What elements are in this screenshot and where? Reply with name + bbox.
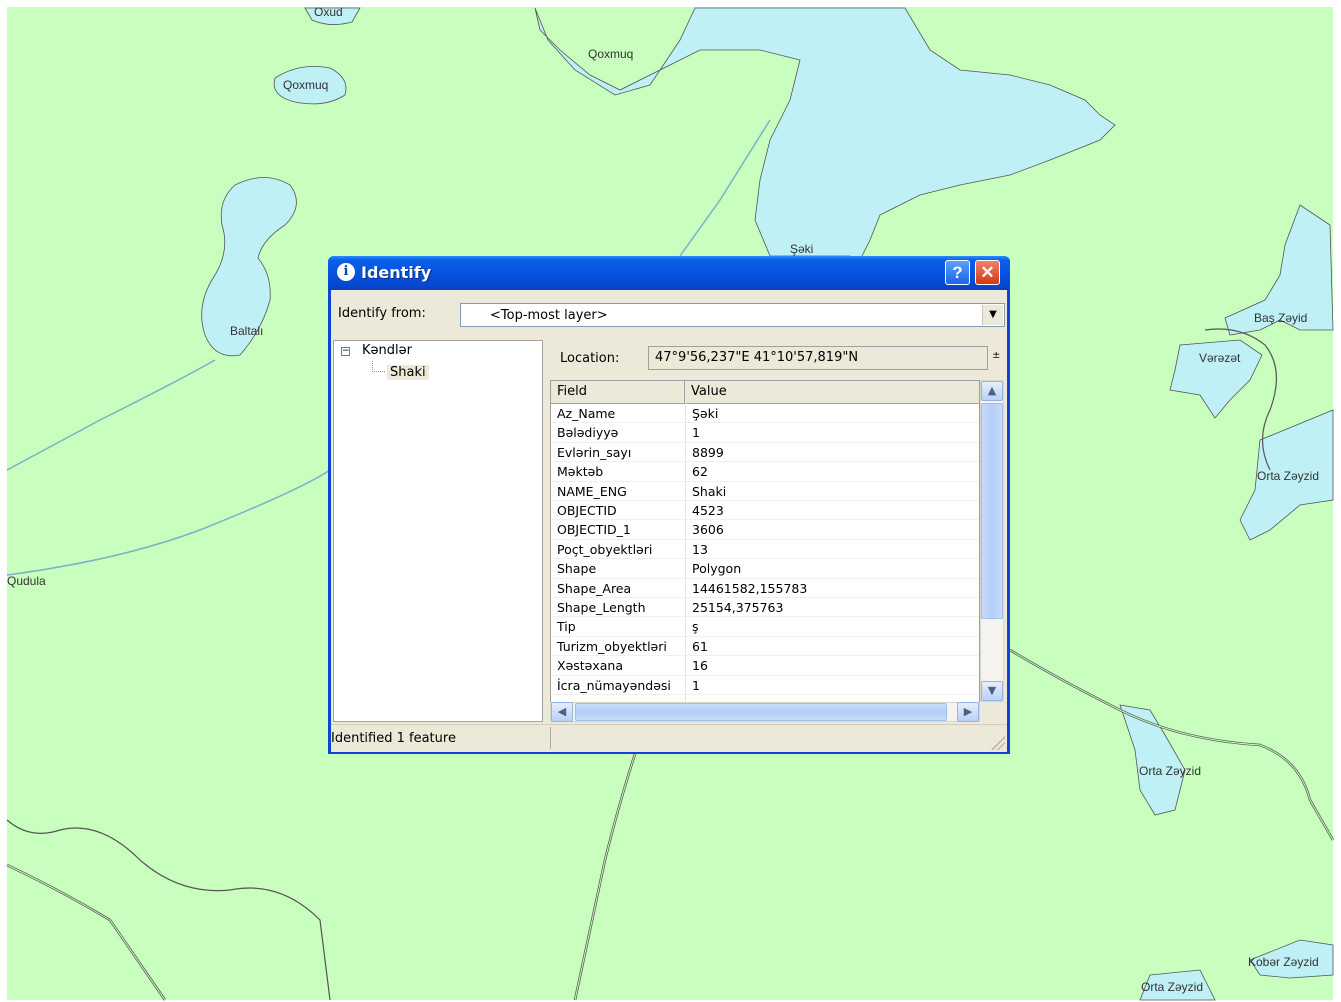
- table-row[interactable]: Tip ş: [551, 617, 979, 637]
- field-value-cell: Şəki: [692, 406, 719, 421]
- table-row[interactable]: Bələdiyyə 1: [551, 423, 979, 443]
- field-name-cell: OBJECTID: [557, 503, 617, 518]
- details-panel: Location: 47°9'56,237"E 41°10'57,819"N ±…: [550, 340, 1005, 722]
- dropdown-arrow-icon[interactable]: ▼: [982, 305, 1003, 325]
- field-name-cell: Məktəb: [557, 464, 604, 480]
- table-row[interactable]: İcra_nümayəndəsi 1: [551, 676, 979, 695]
- table-row[interactable]: Shape_Area 14461582,155783: [551, 579, 979, 598]
- attribute-grid[interactable]: Field Value Az_Name Şəki Bələdiyyə 1 Evlərin…: [550, 380, 980, 720]
- field-value-cell: 8899: [692, 444, 724, 460]
- status-bar: Identified 1 feature: [331, 724, 1007, 752]
- table-row[interactable]: Shape_Length 25154,375763: [551, 598, 979, 618]
- field-name-cell: OBJECTID_1: [557, 522, 631, 538]
- field-name-cell: Shape_Area: [557, 580, 632, 596]
- field-name-cell: Shape_Length: [557, 600, 646, 615]
- horizontal-scroll-thumb[interactable]: [575, 703, 947, 721]
- column-header-field[interactable]: Field: [551, 381, 685, 403]
- map-label: Orta Zəyzid: [1141, 980, 1204, 994]
- field-value-cell: 1: [692, 677, 700, 693]
- field-value-cell: Shaki: [692, 483, 727, 499]
- map-label: Kobər Zəyzid: [1248, 955, 1319, 969]
- field-value-cell: 16: [692, 658, 708, 674]
- map-label: Baş Zəyid: [1254, 311, 1308, 325]
- map-label: Qoxmuq: [588, 47, 634, 61]
- map-label: Orta Zəyzid: [1257, 469, 1320, 483]
- field-name-cell: NAME_ENG: [557, 483, 627, 499]
- results-tree[interactable]: − Kəndlər Shaki: [333, 340, 543, 722]
- identify-from-label: Identify from:: [338, 306, 426, 321]
- map-label: Orta Zəyzid: [1139, 764, 1202, 778]
- field-name-cell: Xəstəxana: [557, 658, 623, 674]
- tree-feature-node[interactable]: Shaki: [387, 365, 429, 380]
- table-row[interactable]: Evlərin_sayı 8899: [551, 443, 979, 463]
- info-icon: i: [337, 263, 355, 281]
- scroll-up-icon[interactable]: ▲: [981, 381, 1003, 401]
- field-value-cell: 4523: [692, 503, 724, 518]
- resize-grip-icon[interactable]: [991, 736, 1005, 750]
- field-name-cell: İcra_nümayəndəsi: [557, 677, 671, 693]
- map-label: Oxud: [314, 5, 343, 19]
- window-title: Identify: [361, 263, 432, 282]
- tree-connector: [372, 361, 385, 372]
- field-name-cell: Shape: [557, 561, 597, 577]
- location-field: 47°9'56,237"E 41°10'57,819"N: [648, 346, 988, 370]
- field-value-cell: ş: [692, 619, 699, 635]
- map-label: Baltalı: [230, 324, 264, 338]
- identify-window: i Identify ? ✕ Identify from: <Top-most …: [328, 256, 1010, 754]
- location-value: 47°9'56,237"E 41°10'57,819"N: [655, 350, 859, 365]
- location-label: Location:: [560, 351, 620, 366]
- location-units-icon[interactable]: ±: [992, 350, 1000, 361]
- field-name-cell: Poçt_obyektləri: [557, 541, 653, 557]
- field-value-cell: 25154,375763: [692, 600, 784, 615]
- identify-from-dropdown[interactable]: <Top-most layer> ▼: [460, 303, 1005, 327]
- table-row[interactable]: Shape Polygon: [551, 559, 979, 579]
- field-name-cell: Turizm_obyektləri: [557, 638, 667, 654]
- field-name-cell: Bələdiyyə: [557, 425, 619, 441]
- field-value-cell: 62: [692, 464, 708, 480]
- field-name-cell: Tip: [557, 619, 576, 635]
- table-row[interactable]: Xəstəxana 16: [551, 656, 979, 676]
- table-row[interactable]: Məktəb 62: [551, 462, 979, 482]
- column-header-value[interactable]: Value: [685, 381, 979, 403]
- help-button[interactable]: ?: [945, 260, 970, 285]
- field-value-cell: 61: [692, 638, 708, 654]
- collapse-icon[interactable]: −: [341, 347, 350, 356]
- title-bar[interactable]: i Identify ? ✕: [328, 256, 1010, 290]
- field-value-cell: 13: [692, 541, 708, 557]
- window-client: Identify from: <Top-most layer> ▼ − Kənd…: [331, 290, 1007, 752]
- vertical-scrollbar[interactable]: ▲ ▼: [980, 380, 1004, 702]
- table-row[interactable]: OBJECTID_1 3606: [551, 520, 979, 540]
- field-value-cell: Polygon: [692, 561, 742, 577]
- horizontal-scrollbar[interactable]: ◀ ▶: [550, 702, 980, 722]
- identify-from-value: <Top-most layer>: [490, 308, 608, 323]
- table-row[interactable]: Turizm_obyektləri 61: [551, 637, 979, 657]
- vertical-scroll-thumb[interactable]: [981, 403, 1003, 619]
- field-name-cell: Az_Name: [557, 406, 616, 421]
- status-divider: [550, 727, 551, 749]
- field-value-cell: 3606: [692, 522, 724, 538]
- status-text: Identified 1 feature: [331, 731, 456, 746]
- scroll-right-icon[interactable]: ▶: [957, 702, 979, 722]
- table-row[interactable]: OBJECTID 4523: [551, 501, 979, 521]
- table-row[interactable]: Az_Name Şəki: [551, 404, 979, 424]
- field-value-cell: 14461582,155783: [692, 580, 808, 596]
- map-label: Qudula: [7, 574, 46, 588]
- tree-layer-node[interactable]: Kəndlər: [362, 343, 412, 358]
- table-row[interactable]: NAME_ENG Shaki: [551, 482, 979, 501]
- close-button[interactable]: ✕: [975, 260, 1000, 285]
- map-label: Şəki: [790, 242, 814, 256]
- scroll-left-icon[interactable]: ◀: [551, 702, 573, 722]
- grid-header: Field Value: [551, 381, 979, 404]
- map-label: Qoxmuq: [283, 78, 329, 92]
- table-row[interactable]: Poçt_obyektləri 13: [551, 540, 979, 560]
- field-value-cell: 1: [692, 425, 700, 441]
- scroll-down-icon[interactable]: ▼: [981, 681, 1003, 701]
- map-label: Vərəzət: [1199, 351, 1241, 365]
- field-name-cell: Evlərin_sayı: [557, 444, 632, 460]
